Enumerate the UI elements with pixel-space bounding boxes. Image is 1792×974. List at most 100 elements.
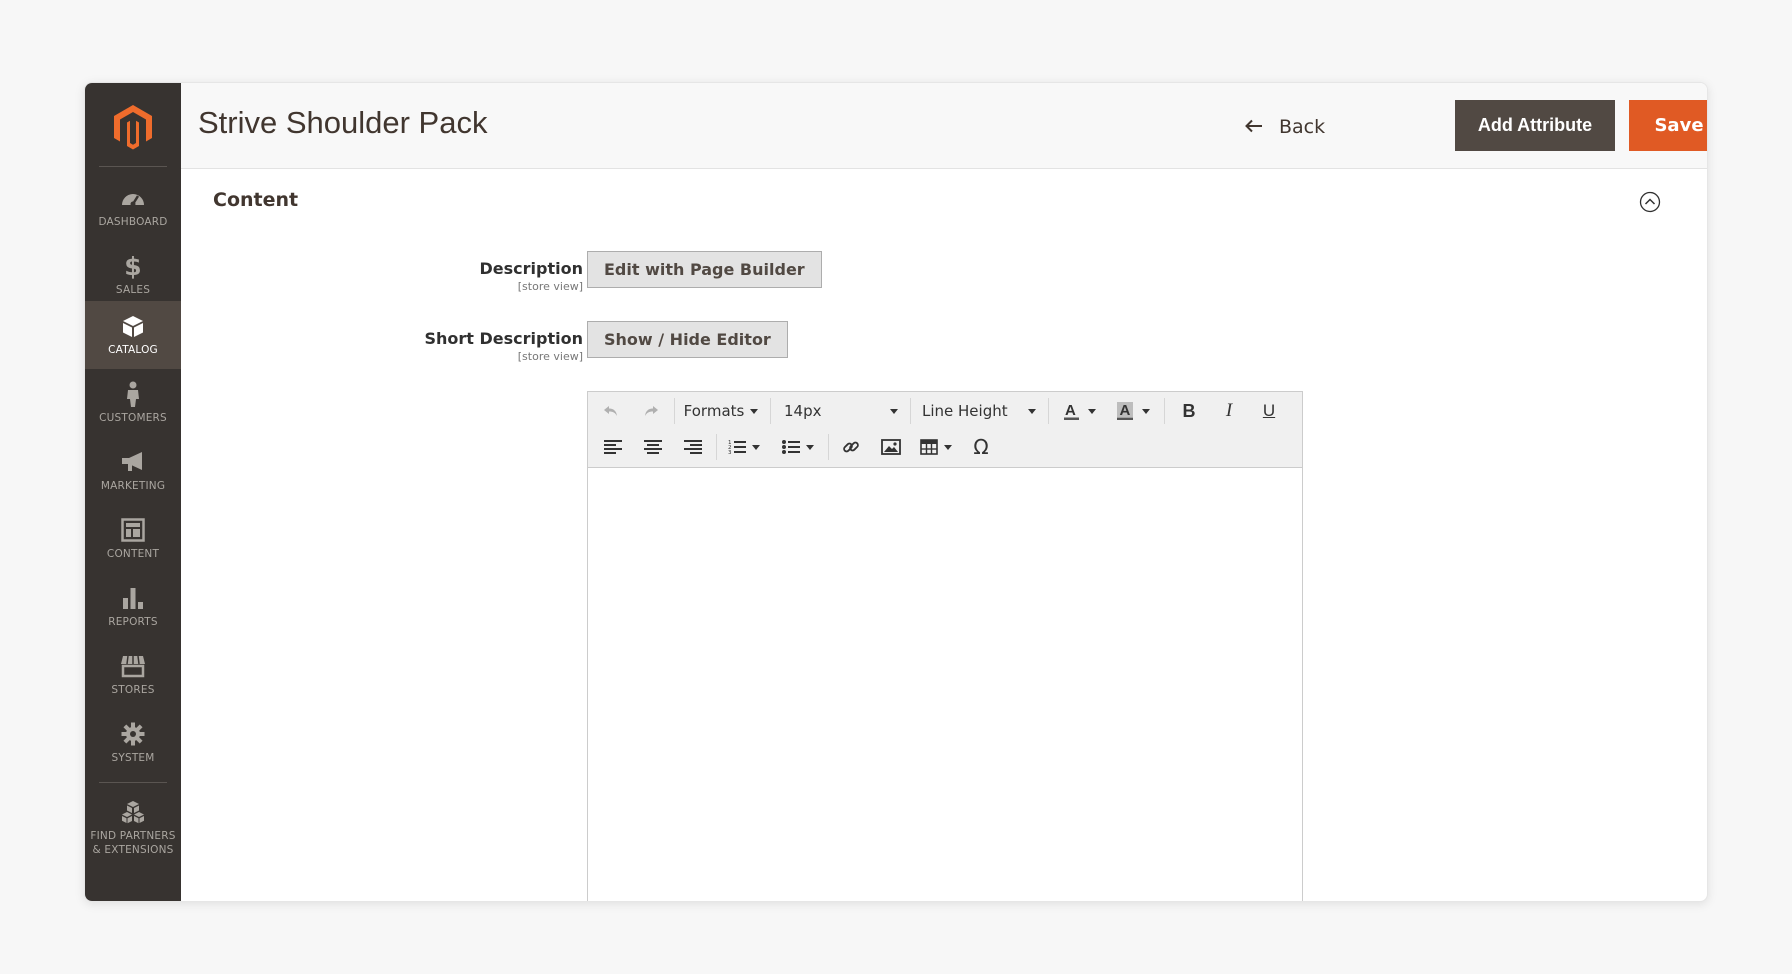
- svg-text:3: 3: [728, 450, 732, 455]
- show-hide-editor-button[interactable]: Show / Hide Editor: [587, 321, 788, 358]
- sidebar-divider: [99, 166, 167, 167]
- save-button[interactable]: Save: [1629, 100, 1707, 151]
- caret-down-icon: [1028, 408, 1036, 414]
- image-icon: [881, 439, 901, 455]
- sidebar-item-marketing[interactable]: MARKETING: [85, 437, 181, 505]
- admin-window: DASHBOARD $ SALES CATALOG CUSTOMERS MARK…: [84, 82, 1708, 902]
- text-color-icon: A: [1064, 402, 1079, 420]
- formats-label: Formats: [683, 402, 745, 420]
- sidebar-item-label: MARKETING: [100, 480, 166, 492]
- line-height-label: Line Height: [922, 402, 1008, 420]
- sidebar-divider: [99, 782, 167, 783]
- page-title: Strive Shoulder Pack: [198, 105, 488, 140]
- sidebar-item-customers[interactable]: CUSTOMERS: [85, 369, 181, 437]
- sidebar-item-label: FIND PARTNERS: [90, 830, 176, 842]
- editor-content-area[interactable]: [588, 469, 1302, 901]
- toolbar-divider: [1164, 398, 1165, 424]
- font-size-value: 14px: [784, 402, 822, 420]
- insert-image-button[interactable]: [874, 432, 908, 462]
- text-color-button[interactable]: A: [1054, 396, 1104, 426]
- magento-logo[interactable]: [85, 97, 181, 157]
- toolbar-divider: [716, 434, 717, 460]
- special-character-button[interactable]: Ω: [964, 432, 998, 462]
- bold-icon: B: [1182, 400, 1196, 421]
- formats-dropdown[interactable]: Formats: [680, 396, 762, 426]
- svg-text:A: A: [1120, 402, 1131, 419]
- sidebar-item-extensions[interactable]: FIND PARTNERS & EXTENSIONS: [85, 787, 181, 869]
- align-center-button[interactable]: [636, 432, 670, 462]
- insert-table-button[interactable]: [914, 432, 958, 462]
- dollar-icon: $: [124, 251, 142, 281]
- toolbar-divider: [770, 398, 771, 424]
- short-description-scope: [store view]: [517, 350, 583, 363]
- description-scope: [store view]: [517, 280, 583, 293]
- bullet-list-button[interactable]: [776, 432, 820, 462]
- svg-text:A: A: [1065, 402, 1076, 419]
- toolbar-divider: [828, 434, 829, 460]
- arrow-left-icon: [1245, 116, 1263, 138]
- caret-down-icon: [1142, 408, 1150, 414]
- layout-icon: [120, 517, 146, 543]
- insert-link-button[interactable]: [834, 432, 868, 462]
- add-attribute-button[interactable]: Add Attribute: [1455, 100, 1615, 151]
- italic-button[interactable]: I: [1212, 396, 1246, 426]
- omega-icon: Ω: [973, 435, 989, 459]
- gear-icon: [120, 721, 146, 747]
- box-icon: [120, 313, 146, 339]
- back-button-label: Back: [1279, 116, 1326, 138]
- admin-sidebar: DASHBOARD $ SALES CATALOG CUSTOMERS MARK…: [85, 83, 181, 901]
- align-left-icon: [604, 440, 622, 454]
- bullet-list-icon: [782, 440, 800, 454]
- sidebar-item-label: CONTENT: [106, 548, 160, 560]
- caret-down-icon: [752, 444, 760, 450]
- storefront-icon: [120, 653, 146, 679]
- sidebar-item-reports[interactable]: REPORTS: [85, 573, 181, 641]
- font-size-dropdown[interactable]: 14px: [778, 396, 904, 426]
- back-button[interactable]: Back: [1245, 113, 1325, 141]
- underline-icon: U: [1262, 401, 1276, 420]
- italic-icon: I: [1225, 400, 1233, 421]
- sidebar-item-label: STORES: [111, 684, 155, 696]
- caret-down-icon: [750, 408, 759, 414]
- caret-down-icon: [806, 444, 814, 450]
- align-center-icon: [644, 440, 662, 454]
- sidebar-item-label: SALES: [115, 284, 151, 296]
- sidebar-item-catalog[interactable]: CATALOG: [85, 301, 181, 369]
- bold-button[interactable]: B: [1172, 396, 1206, 426]
- link-icon: [843, 441, 859, 453]
- toolbar-divider: [674, 398, 675, 424]
- person-icon: [120, 381, 146, 407]
- numbered-list-button[interactable]: 123: [722, 432, 766, 462]
- cubes-icon: [120, 799, 146, 825]
- megaphone-icon: [120, 449, 146, 475]
- collapse-section-icon[interactable]: [1639, 191, 1661, 213]
- undo-button[interactable]: [596, 396, 626, 426]
- caret-down-icon: [890, 408, 898, 414]
- redo-icon: [645, 406, 658, 416]
- sidebar-item-stores[interactable]: STORES: [85, 641, 181, 709]
- sidebar-item-content[interactable]: CONTENT: [85, 505, 181, 573]
- edit-with-page-builder-button[interactable]: Edit with Page Builder: [587, 251, 822, 288]
- table-icon: [920, 439, 938, 455]
- align-left-button[interactable]: [596, 432, 630, 462]
- undo-icon: [604, 406, 617, 416]
- align-right-button[interactable]: [676, 432, 710, 462]
- align-right-icon: [684, 440, 702, 454]
- section-title[interactable]: Content: [213, 189, 298, 211]
- sidebar-item-label: CATALOG: [108, 344, 158, 356]
- underline-button[interactable]: U: [1252, 396, 1286, 426]
- toolbar-divider: [910, 398, 911, 424]
- sidebar-item-dashboard[interactable]: DASHBOARD: [85, 173, 181, 241]
- description-label: Description: [479, 259, 583, 278]
- background-color-icon: A: [1117, 402, 1133, 420]
- sidebar-item-label: CUSTOMERS: [99, 412, 167, 424]
- editor-toolbar: Formats 14px Line Height A A B I U 1 2 3…: [588, 392, 1302, 468]
- sidebar-item-label: SYSTEM: [111, 752, 155, 764]
- sidebar-item-sales[interactable]: $ SALES: [85, 241, 181, 309]
- numbered-list-icon: 123: [728, 440, 746, 455]
- redo-button[interactable]: [636, 396, 666, 426]
- sidebar-item-system[interactable]: SYSTEM: [85, 709, 181, 777]
- background-color-button[interactable]: A: [1108, 396, 1158, 426]
- wysiwyg-editor: Formats 14px Line Height A A B I U 1 2 3…: [587, 391, 1303, 901]
- line-height-dropdown[interactable]: Line Height: [916, 396, 1042, 426]
